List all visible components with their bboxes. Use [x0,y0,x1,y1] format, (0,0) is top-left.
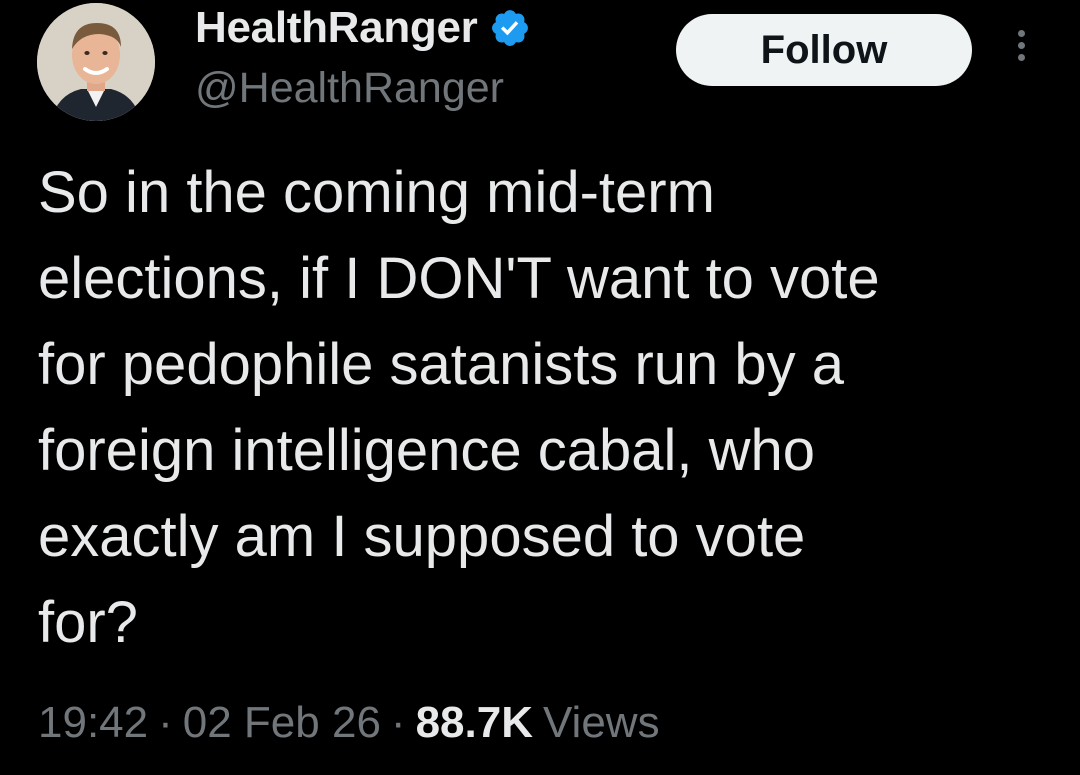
more-dot [1017,30,1025,37]
author-display-name[interactable]: HealthRanger [195,3,478,53]
more-dot [1017,54,1025,61]
author-handle[interactable]: @HealthRanger [195,64,504,113]
meta-separator: · [158,698,173,747]
tweet-text: So in the coming mid-term elections, if … [38,160,880,655]
views-label[interactable]: Views [543,698,660,748]
more-dot [1017,42,1025,49]
tweet-meta: 19:42 · 02 Feb 26 · 88.7K Views [38,698,660,748]
tweet: HealthRanger @HealthRanger Follow So in … [0,0,1080,775]
tweet-date[interactable]: 02 Feb 26 [183,698,381,748]
follow-button[interactable]: Follow [676,14,972,86]
avatar[interactable] [37,3,155,121]
author-name-row: HealthRanger [195,2,531,54]
verified-badge-icon[interactable] [489,7,531,49]
avatar-photo [37,3,155,121]
more-options-icon[interactable] [1004,26,1038,76]
meta-separator: · [390,698,406,747]
tweet-time[interactable]: 19:42 [38,698,148,748]
views-count[interactable]: 88.7K [416,698,533,748]
